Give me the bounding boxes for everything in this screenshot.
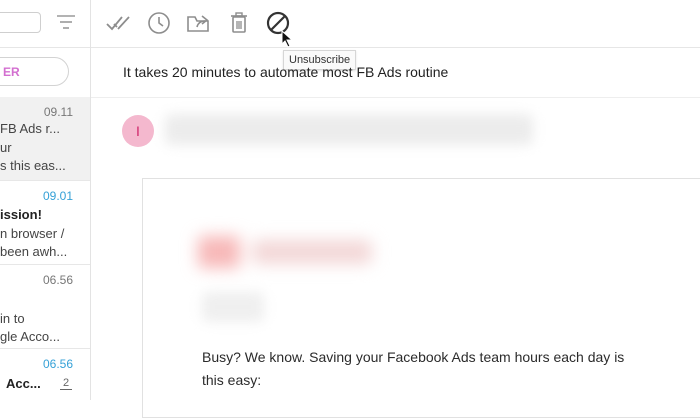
filter-pill-button[interactable]: ER — [0, 57, 69, 86]
sender-logo-redacted — [198, 230, 380, 272]
list-item-preview: ur — [0, 140, 12, 155]
list-item-time: 06.56 — [42, 357, 73, 371]
move-button[interactable] — [185, 9, 213, 37]
move-icon — [186, 12, 212, 34]
list-item-preview: been awh... — [0, 244, 68, 259]
list-item-subject: FB Ads r... — [0, 121, 60, 136]
list-item[interactable]: 06.56 Acc... 2 — [0, 349, 90, 400]
thread-count-badge: 2 — [60, 377, 72, 390]
list-item-preview: in to — [0, 311, 25, 326]
sender-avatar[interactable]: I — [122, 115, 154, 147]
message-toolbar — [91, 0, 700, 48]
delete-button[interactable] — [225, 9, 253, 37]
list-item-subject: Acc... — [6, 376, 41, 391]
message-list-pane: ER 09.11 FB Ads r... ur s this eas... 09… — [0, 0, 91, 400]
list-item[interactable]: 09.01 ission! n browser / been awh... — [0, 181, 90, 265]
message-subject: It takes 20 minutes to automate most FB … — [123, 64, 449, 80]
snooze-icon — [147, 11, 171, 35]
search-input[interactable] — [0, 12, 41, 33]
filter-pill-label: ER — [3, 65, 20, 79]
list-item-preview: s this eas... — [0, 158, 66, 173]
mouse-cursor-icon — [281, 29, 295, 48]
filter-icon[interactable] — [56, 14, 76, 30]
list-item[interactable]: 09.11 FB Ads r... ur s this eas... — [0, 97, 90, 181]
list-item-preview: gle Acco... — [0, 329, 60, 344]
body-line: this easy: — [202, 372, 262, 388]
list-item-subject: ission! — [0, 207, 42, 222]
sender-info-redacted — [165, 114, 533, 145]
snooze-button[interactable] — [145, 9, 173, 37]
list-item-time: 06.56 — [42, 273, 73, 287]
divider — [0, 47, 90, 48]
list-item-preview: n browser / — [0, 226, 65, 241]
list-item-time: 09.11 — [43, 105, 73, 119]
mark-read-icon — [105, 13, 131, 33]
message-body-text: Busy? We know. Saving your Facebook Ads … — [202, 346, 672, 392]
list-item-time: 09.01 — [42, 189, 73, 203]
divider — [91, 97, 700, 98]
list-item[interactable]: 06.56 in to gle Acco... — [0, 265, 90, 349]
mark-read-button[interactable] — [104, 9, 132, 37]
greeting-redacted — [202, 292, 264, 322]
trash-icon — [228, 11, 250, 35]
body-line: Busy? We know. Saving your Facebook Ads … — [202, 349, 625, 365]
